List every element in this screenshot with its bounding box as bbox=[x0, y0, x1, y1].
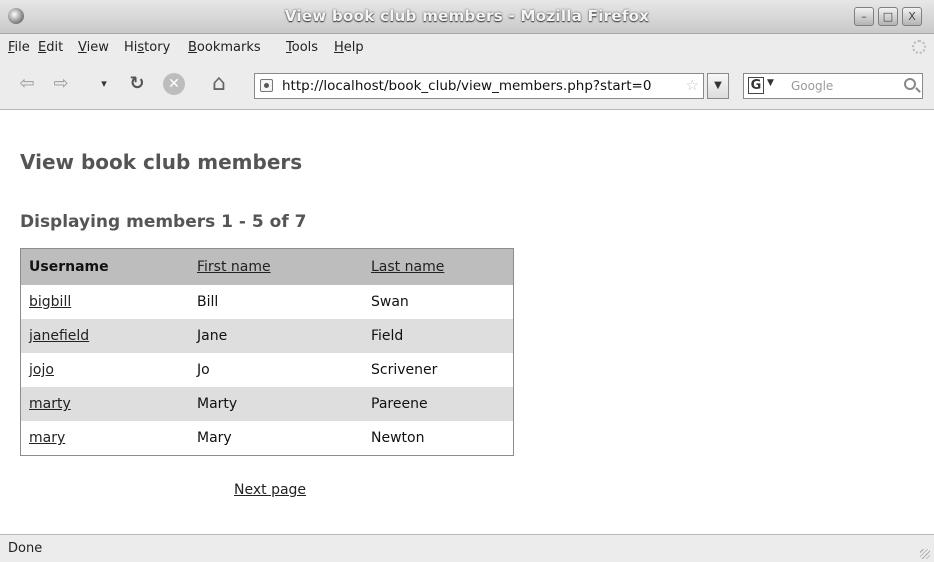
last-name-cell: Newton bbox=[371, 430, 425, 446]
sort-first-name-link[interactable]: First name bbox=[197, 259, 271, 275]
close-button[interactable]: X bbox=[902, 7, 922, 26]
menu-edit[interactable]: Edit bbox=[38, 40, 63, 55]
activity-throbber-icon bbox=[912, 40, 926, 54]
forward-arrow-icon[interactable]: ⇨ bbox=[48, 72, 74, 96]
maximize-button[interactable]: □ bbox=[878, 7, 898, 26]
history-dropdown-icon[interactable]: ▾ bbox=[96, 72, 112, 96]
members-count-heading: Displaying members 1 - 5 of 7 bbox=[20, 212, 307, 232]
page-title: View book club members bbox=[20, 150, 303, 174]
last-name-cell: Field bbox=[363, 319, 514, 353]
last-name-cell: Pareene bbox=[363, 387, 514, 421]
resize-grip-icon[interactable] bbox=[920, 549, 930, 559]
username-cell[interactable]: marty bbox=[20, 387, 189, 421]
bookmark-star-icon[interactable]: ☆ bbox=[686, 76, 699, 94]
member-link[interactable]: bigbill bbox=[29, 294, 71, 310]
menu-history[interactable]: History bbox=[124, 40, 170, 55]
page-content: View book club members Displaying member… bbox=[0, 110, 934, 534]
table-row: janefield Jane Field bbox=[20, 319, 514, 353]
reload-icon[interactable]: ↻ bbox=[124, 72, 150, 96]
header-first-name[interactable]: First name bbox=[189, 248, 363, 285]
sort-last-name-link[interactable]: Last name bbox=[371, 259, 444, 275]
member-link[interactable]: marty bbox=[29, 396, 71, 412]
menu-tools[interactable]: Tools bbox=[286, 40, 318, 55]
next-page-link[interactable]: Next page bbox=[234, 482, 306, 498]
member-link[interactable]: mary bbox=[29, 430, 65, 446]
window-title: View book club members - Mozilla Firefox bbox=[284, 7, 650, 25]
window-titlebar: View book club members - Mozilla Firefox… bbox=[0, 0, 934, 34]
search-magnifier-icon[interactable] bbox=[904, 78, 916, 90]
username-cell[interactable]: janefield bbox=[20, 319, 189, 353]
username-cell[interactable]: mary bbox=[21, 421, 190, 456]
header-last-name[interactable]: Last name bbox=[363, 248, 514, 285]
first-name-cell: Bill bbox=[197, 294, 219, 310]
search-engine-icon[interactable]: G bbox=[748, 77, 764, 94]
first-name-cell: Jo bbox=[197, 362, 210, 378]
minimize-button[interactable]: – bbox=[854, 7, 874, 26]
members-table: Username First name Last name bigbill Bi… bbox=[20, 248, 514, 456]
member-link[interactable]: janefield bbox=[29, 328, 89, 344]
member-link[interactable]: jojo bbox=[29, 362, 54, 378]
url-bar[interactable]: http://localhost/book_club/view_members.… bbox=[254, 73, 704, 99]
username-cell[interactable]: jojo bbox=[21, 353, 190, 387]
url-text[interactable]: http://localhost/book_club/view_members.… bbox=[282, 78, 651, 94]
search-bar[interactable]: G ▼ Google bbox=[743, 73, 923, 99]
table-row: marty Marty Pareene bbox=[20, 387, 514, 421]
back-arrow-icon[interactable]: ⇦ bbox=[14, 72, 40, 96]
home-icon[interactable]: ⌂ bbox=[206, 72, 232, 96]
menu-view[interactable]: View bbox=[78, 40, 109, 55]
status-bar: Done bbox=[0, 534, 934, 562]
url-history-dropdown-button[interactable]: ▼ bbox=[707, 73, 729, 99]
status-text: Done bbox=[8, 541, 43, 556]
table-row: jojo Jo Scrivener bbox=[21, 353, 514, 387]
search-engine-dropdown-icon[interactable]: ▼ bbox=[767, 78, 774, 88]
first-name-cell: Jane bbox=[189, 319, 363, 353]
site-identity-icon[interactable] bbox=[260, 79, 273, 92]
last-name-cell: Swan bbox=[371, 294, 409, 310]
first-name-cell: Mary bbox=[197, 430, 232, 446]
username-cell[interactable]: bigbill bbox=[21, 285, 190, 319]
menu-file[interactable]: File bbox=[8, 40, 30, 55]
table-row: mary Mary Newton bbox=[21, 421, 514, 456]
table-row: bigbill Bill Swan bbox=[21, 285, 514, 319]
menu-bar: File Edit View History Bookmarks Tools H… bbox=[0, 34, 934, 62]
search-input[interactable]: Google bbox=[791, 79, 833, 93]
last-name-cell: Scrivener bbox=[371, 362, 438, 378]
header-username: Username bbox=[20, 248, 189, 285]
menu-bookmarks[interactable]: Bookmarks bbox=[188, 40, 261, 55]
menu-help[interactable]: Help bbox=[334, 40, 364, 55]
first-name-cell: Marty bbox=[189, 387, 363, 421]
stop-icon[interactable]: ✕ bbox=[163, 73, 185, 95]
table-header-row: Username First name Last name bbox=[20, 248, 514, 285]
